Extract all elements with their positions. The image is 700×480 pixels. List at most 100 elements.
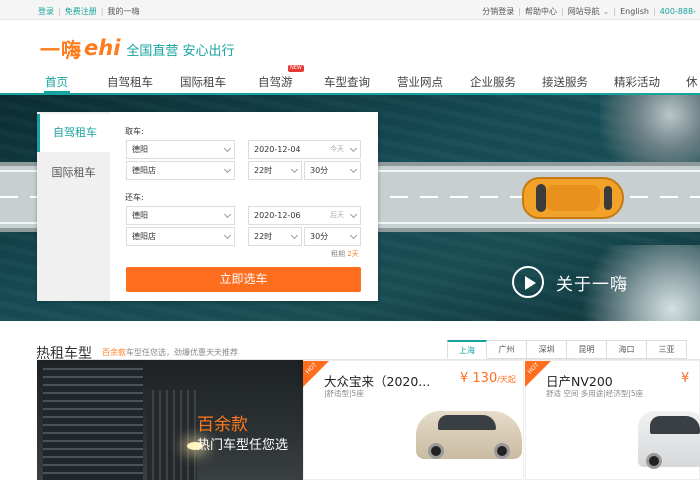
top-utility-bar: 登录 | 免费注册 | 我的一嗨 分销登录 | 帮助中心 | 网站导航 ⌄ | English | 400… [0, 0, 700, 20]
hot-rentals-section: 热租车型 百余款车型任您选，劲爆优惠天天推荐 上海 广州 深圳 昆明 海口 三亚… [0, 321, 700, 480]
pickup-date-value: 2020-12-04 [254, 145, 301, 154]
car-window [438, 415, 496, 430]
chevron-down-icon [349, 144, 358, 153]
tab-international[interactable]: 国际租车 [37, 154, 110, 192]
van-window [650, 416, 700, 434]
about-video-link[interactable]: 关于一嗨 [512, 266, 628, 298]
return-minute-select[interactable]: 30分 [304, 227, 361, 246]
car-card[interactable]: HOT 大众宝来（2020... |舒适型|5座 ¥ 130/天起 [303, 360, 524, 480]
chevron-down-icon [290, 165, 299, 174]
nav-enterprise[interactable]: 企业服务 [470, 74, 516, 90]
pickup-minute-value: 30分 [310, 166, 329, 175]
price-value: ¥ 130 [460, 371, 498, 386]
pickup-date-input[interactable]: 2020-12-04 今天 [248, 140, 361, 159]
promo-subline: 热门车型任您选 [197, 438, 289, 453]
car-windshield [536, 184, 546, 212]
pickup-hour-select[interactable]: 22时 [248, 161, 302, 180]
login-link[interactable]: 登录 [38, 7, 54, 16]
city-tab-guangzhou[interactable]: 广州 [487, 340, 527, 359]
top-left-links: 登录 | 免费注册 | 我的一嗨 [38, 7, 140, 16]
nav-home[interactable]: 首页 [45, 74, 68, 90]
nav-self-drive[interactable]: 自驾租车 [107, 74, 153, 90]
logo[interactable]: 一嗨 ehi 全国直营 安心出行 [40, 36, 235, 62]
chevron-down-icon [349, 231, 358, 240]
car-price: ¥ [681, 371, 690, 386]
english-link[interactable]: English [620, 7, 649, 16]
return-city-select[interactable]: 德阳 [126, 206, 235, 225]
orange-car-image [522, 177, 624, 219]
pickup-day-hint: 今天 [330, 145, 344, 153]
chevron-down-icon [223, 210, 232, 219]
play-icon [512, 266, 544, 298]
pickup-minute-select[interactable]: 30分 [304, 161, 361, 180]
building-image [43, 366, 143, 480]
select-car-button[interactable]: 立即选车 [126, 267, 361, 292]
city-tab-shanghai[interactable]: 上海 [447, 340, 487, 359]
logo-en: ehi [84, 36, 121, 60]
logo-cn: 一嗨 [40, 37, 82, 62]
site-header: 一嗨 ehi 全国直营 安心出行 [0, 20, 700, 72]
van-wheel [646, 453, 662, 469]
subtitle-highlight: 百余款 [102, 348, 126, 357]
duration-value: 2天 [347, 250, 359, 258]
car-wheel [494, 443, 510, 459]
nav-shuttle[interactable]: 接送服务 [542, 74, 588, 90]
nav-more[interactable]: 休 [686, 74, 698, 90]
slogan: 全国直营 安心出行 [126, 43, 235, 59]
new-badge: NEW [288, 65, 304, 72]
booking-panel: 自驾租车 国际租车 取车: 德阳 德阳店 2020-12-04 今天 22时 30… [37, 112, 378, 301]
building-image-2 [147, 390, 197, 480]
city-tab-haikou[interactable]: 海口 [607, 340, 647, 359]
pickup-city-select[interactable]: 德阳 [126, 140, 235, 159]
chevron-down-icon [290, 231, 299, 240]
return-day-hint: 后天 [330, 211, 344, 219]
pickup-hour-value: 22时 [254, 166, 273, 175]
return-date-value: 2020-12-06 [254, 211, 301, 220]
return-hour-value: 22时 [254, 232, 273, 241]
nav-car-models[interactable]: 车型查询 [324, 74, 370, 90]
pickup-city-value: 德阳 [132, 145, 148, 154]
promo-banner[interactable]: 百余款 热门车型任您选 [37, 360, 303, 480]
promo-headline: 百余款 [197, 415, 248, 435]
chevron-down-icon [223, 231, 232, 240]
top-right-links: 分销登录 | 帮助中心 | 网站导航 ⌄ | English | 400-888- [482, 7, 696, 16]
site-nav-dropdown[interactable]: 网站导航 [568, 7, 600, 16]
city-tab-sanya[interactable]: 三亚 [647, 340, 687, 359]
tab-self-drive[interactable]: 自驾租车 [37, 114, 110, 152]
distributor-login-link[interactable]: 分销登录 [482, 7, 514, 16]
return-minute-value: 30分 [310, 232, 329, 241]
chevron-down-icon [223, 144, 232, 153]
nav-events[interactable]: 精彩活动 [614, 74, 660, 90]
pickup-store-select[interactable]: 德阳店 [126, 161, 235, 180]
section-subtitle: 百余款车型任您选，劲爆优惠天天推荐 [102, 347, 238, 358]
chevron-down-icon [349, 165, 358, 174]
car-roof [546, 185, 600, 211]
pickup-store-value: 德阳店 [132, 166, 156, 175]
city-tabs: 上海 广州 深圳 昆明 海口 三亚 [447, 340, 687, 359]
return-hour-select[interactable]: 22时 [248, 227, 302, 246]
return-store-select[interactable]: 德阳店 [126, 227, 235, 246]
return-city-value: 德阳 [132, 211, 148, 220]
hotline: 400-888- [659, 7, 696, 16]
pickup-label: 取车: [125, 127, 144, 136]
car-card[interactable]: HOT 日产NV200 舒适 空间 多用途|经济型|5座 ¥ [525, 360, 700, 480]
van-image [638, 411, 700, 469]
return-date-input[interactable]: 2020-12-06 后天 [248, 206, 361, 225]
car-image [416, 411, 522, 459]
chevron-down-icon [223, 165, 232, 174]
car-price: ¥ 130/天起 [460, 371, 516, 386]
nav-international[interactable]: 国际租车 [180, 74, 226, 90]
chevron-down-icon: ⌄ [602, 7, 610, 16]
car-spec: |舒适型|5座 [324, 389, 364, 398]
nav-stores[interactable]: 营业网点 [397, 74, 443, 90]
booking-tabs: 自驾租车 国际租车 [37, 112, 110, 301]
help-center-link[interactable]: 帮助中心 [525, 7, 557, 16]
register-link[interactable]: 免费注册 [65, 7, 97, 16]
my-account-link[interactable]: 我的一嗨 [107, 7, 139, 16]
about-label: 关于一嗨 [556, 274, 628, 295]
nav-road-trip[interactable]: 自驾游 [258, 74, 293, 90]
car-wheel [428, 443, 444, 459]
city-tab-shenzhen[interactable]: 深圳 [527, 340, 567, 359]
car-spec: 舒适 空间 多用途|经济型|5座 [546, 389, 644, 398]
city-tab-kunming[interactable]: 昆明 [567, 340, 607, 359]
